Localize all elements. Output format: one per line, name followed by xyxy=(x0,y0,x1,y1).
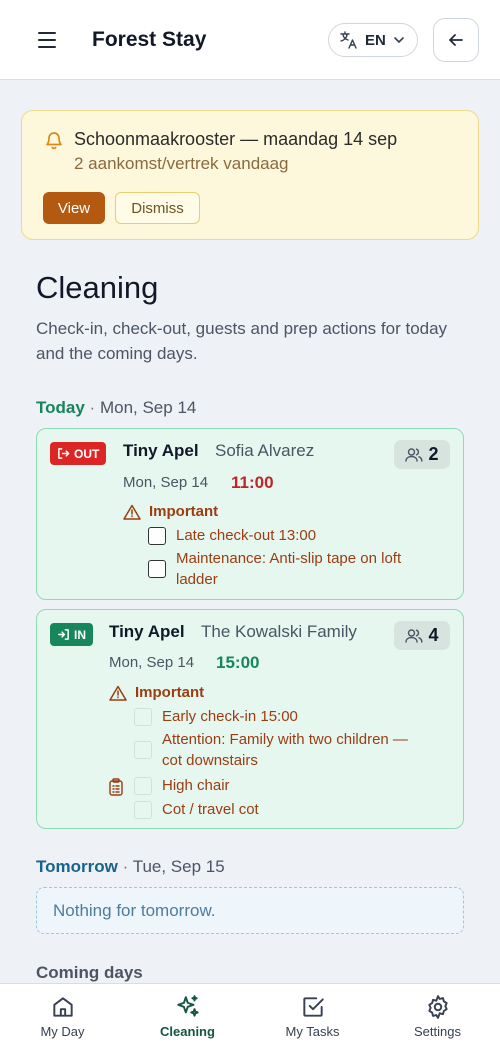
unit-name: Tiny Apel xyxy=(123,441,199,460)
tomorrow-date: Tue, Sep 15 xyxy=(132,857,225,876)
stay-date: Mon, Sep 14 xyxy=(123,474,209,491)
chevron-down-icon xyxy=(394,37,404,44)
page-title: Cleaning xyxy=(36,270,159,305)
nav-my-tasks[interactable]: My Tasks xyxy=(250,984,375,1056)
today-date: Mon, Sep 14 xyxy=(99,398,197,417)
important-label: Important xyxy=(123,503,218,520)
today-heading: Today · Mon, Sep 14 xyxy=(36,398,196,418)
nav-cleaning[interactable]: Cleaning xyxy=(125,984,250,1056)
users-icon xyxy=(405,628,423,643)
checklist-item: Maintenance: Anti-slip tape on loft ladd… xyxy=(148,548,446,590)
prep-item: Cot / travel cot xyxy=(134,799,432,820)
checkbox-icon xyxy=(302,997,324,1017)
app-title: Forest Stay xyxy=(92,28,207,51)
unit-name: Tiny Apel xyxy=(109,622,185,641)
guest-count-chip: 4 xyxy=(394,621,450,650)
guest-name: The Kowalski Family xyxy=(201,622,357,641)
warning-icon xyxy=(109,685,127,701)
stay-card-checkin[interactable]: IN Tiny Apel The Kowalski Family Mon, Se… xyxy=(36,609,464,829)
prep-item: High chair xyxy=(134,775,432,796)
nav-my-day[interactable]: My Day xyxy=(0,984,125,1056)
tomorrow-empty-state: Nothing for tomorrow. xyxy=(36,887,464,934)
bottom-navigation: My Day Cleaning My Tasks Settings xyxy=(0,983,500,1056)
heading-separator: · xyxy=(89,398,96,417)
warning-icon xyxy=(123,504,141,520)
checklist-item: Attention: Family with two children — co… xyxy=(134,729,432,771)
checkbox[interactable] xyxy=(134,777,152,795)
cleaning-schedule-notice: Schoonmaakrooster — maandag 14 sep 2 aan… xyxy=(21,110,479,240)
stay-date: Mon, Sep 14 xyxy=(109,654,195,671)
today-label: Today xyxy=(36,398,85,417)
stay-time: 11:00 xyxy=(231,473,274,492)
top-bar: Forest Stay EN xyxy=(0,0,500,80)
log-in-icon xyxy=(58,629,69,640)
page-description: Check-in, check-out, guests and prep act… xyxy=(36,319,448,363)
checkin-badge: IN xyxy=(50,623,93,646)
guest-count: 2 xyxy=(428,444,439,464)
home-icon xyxy=(52,997,73,1017)
important-label: Important xyxy=(109,684,204,701)
guest-name: Sofia Alvarez xyxy=(215,441,315,460)
checkout-badge: OUT xyxy=(50,442,107,465)
guest-count-chip: 2 xyxy=(394,440,450,469)
notice-title: Schoonmaakrooster — maandag 14 sep xyxy=(74,129,398,149)
arrow-left-icon xyxy=(449,34,463,46)
gear-icon xyxy=(427,995,448,1019)
checklist-item: Late check-out 13:00 xyxy=(148,525,446,546)
dismiss-button[interactable]: Dismiss xyxy=(115,192,200,224)
stay-time: 15:00 xyxy=(216,653,260,672)
back-button[interactable] xyxy=(433,18,479,62)
language-selector[interactable]: EN xyxy=(328,23,418,57)
notice-subtitle: 2 aankomst/vertrek vandaag xyxy=(74,154,289,173)
badge-label: IN xyxy=(74,627,86,642)
checkbox[interactable] xyxy=(134,708,152,726)
clipboard-icon xyxy=(109,778,123,796)
checkbox[interactable] xyxy=(134,741,152,759)
tomorrow-heading: Tomorrow · Tue, Sep 15 xyxy=(36,857,225,877)
coming-days-heading: Coming days xyxy=(36,963,143,982)
bell-icon xyxy=(46,132,62,150)
guest-count: 4 xyxy=(428,625,439,645)
heading-separator: · xyxy=(122,857,129,876)
checkbox[interactable] xyxy=(148,527,166,545)
users-icon xyxy=(405,447,423,462)
log-out-icon xyxy=(58,448,70,459)
sparkle-icon xyxy=(176,995,199,1017)
checklist-item: Early check-in 15:00 xyxy=(134,706,432,727)
tomorrow-label: Tomorrow xyxy=(36,857,118,876)
checkbox[interactable] xyxy=(134,801,152,819)
menu-icon[interactable] xyxy=(36,29,62,51)
language-code: EN xyxy=(365,31,386,49)
checkbox[interactable] xyxy=(148,560,166,578)
nav-settings[interactable]: Settings xyxy=(375,984,500,1056)
badge-label: OUT xyxy=(74,446,100,461)
view-button[interactable]: View xyxy=(43,192,105,224)
translate-icon xyxy=(340,31,357,49)
stay-card-checkout[interactable]: OUT Tiny Apel Sofia Alvarez Mon, Sep 14 … xyxy=(36,428,464,600)
